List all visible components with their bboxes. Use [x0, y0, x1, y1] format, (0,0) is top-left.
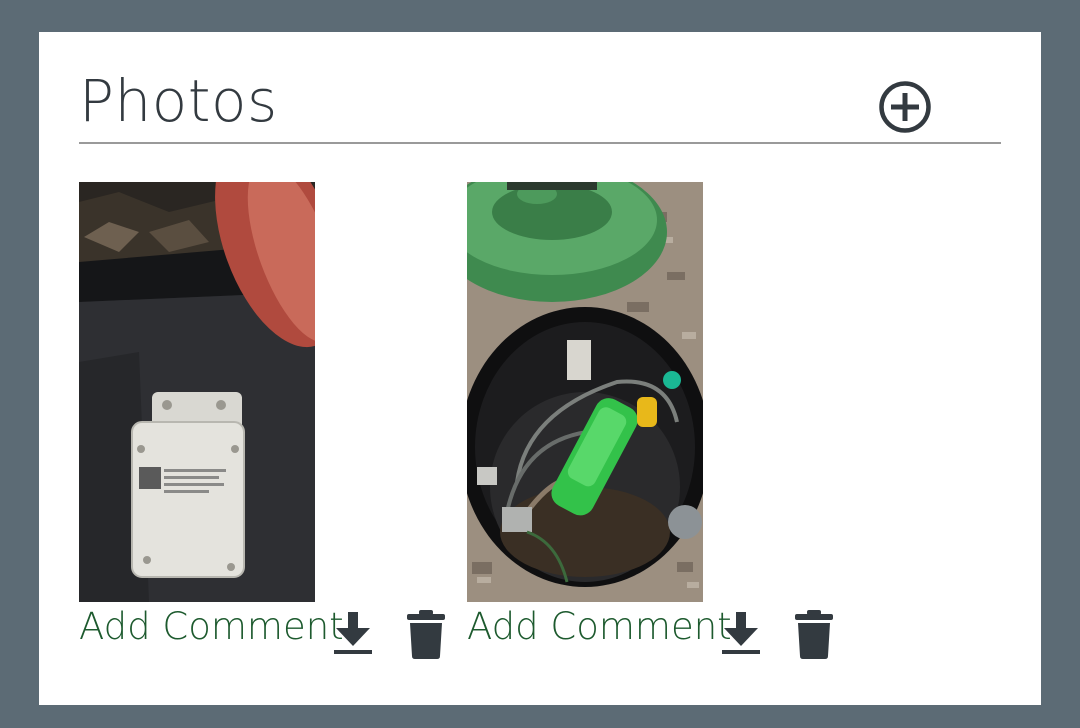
- trash-icon: [407, 610, 445, 659]
- photos-card: Photos Add Comment Add Comment: [39, 32, 1041, 705]
- download-button[interactable]: [333, 610, 373, 660]
- delete-button[interactable]: [406, 610, 446, 664]
- download-button[interactable]: [721, 610, 761, 660]
- download-icon: [334, 612, 372, 654]
- photo-actions: Add Comment: [79, 602, 459, 662]
- pump-basin-photo: [467, 182, 703, 602]
- photos-header: Photos: [79, 62, 1001, 144]
- add-comment-link[interactable]: Add Comment: [79, 604, 344, 650]
- add-comment-link[interactable]: Add Comment: [467, 604, 732, 650]
- add-photo-button[interactable]: [878, 80, 932, 134]
- photo-thumbnail[interactable]: [79, 182, 315, 602]
- trash-icon: [795, 610, 833, 659]
- download-icon: [722, 612, 760, 654]
- page-title: Photos: [79, 67, 278, 135]
- photo-actions: Add Comment: [467, 602, 847, 662]
- photo-thumbnail[interactable]: [467, 182, 703, 602]
- delete-button[interactable]: [794, 610, 834, 664]
- sensor-box-photo: [79, 182, 315, 602]
- plus-circle-icon: [879, 81, 931, 133]
